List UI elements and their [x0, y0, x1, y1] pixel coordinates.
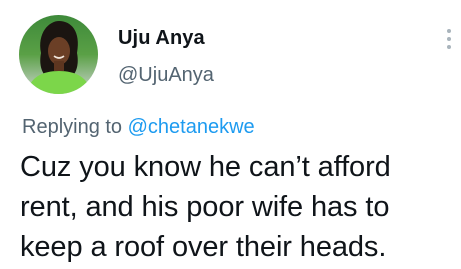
- tweet-text-line: keep a roof over their heads.: [20, 231, 387, 263]
- dot-icon: [447, 45, 451, 49]
- replying-to: Replying to @chetanekwe: [22, 116, 255, 139]
- reply-mention-link[interactable]: @chetanekwe: [128, 116, 255, 138]
- more-vertical-icon[interactable]: [444, 29, 454, 55]
- avatar[interactable]: [19, 15, 98, 94]
- tweet-text: Cuz you know he can’t afford rent, and h…: [20, 147, 456, 267]
- avatar-image: [19, 15, 98, 94]
- dot-icon: [447, 29, 451, 33]
- user-handle[interactable]: @UjuAnya: [118, 64, 214, 87]
- tweet-text-line: Cuz you know he can’t afford: [20, 151, 391, 183]
- dot-icon: [447, 37, 451, 41]
- display-name[interactable]: Uju Anya: [118, 27, 205, 50]
- tweet-card: Uju Anya @UjuAnya Replying to @chetanekw…: [0, 0, 461, 269]
- replying-to-prefix: Replying to: [22, 116, 128, 138]
- tweet-text-line: rent, and his poor wife has to: [20, 191, 390, 223]
